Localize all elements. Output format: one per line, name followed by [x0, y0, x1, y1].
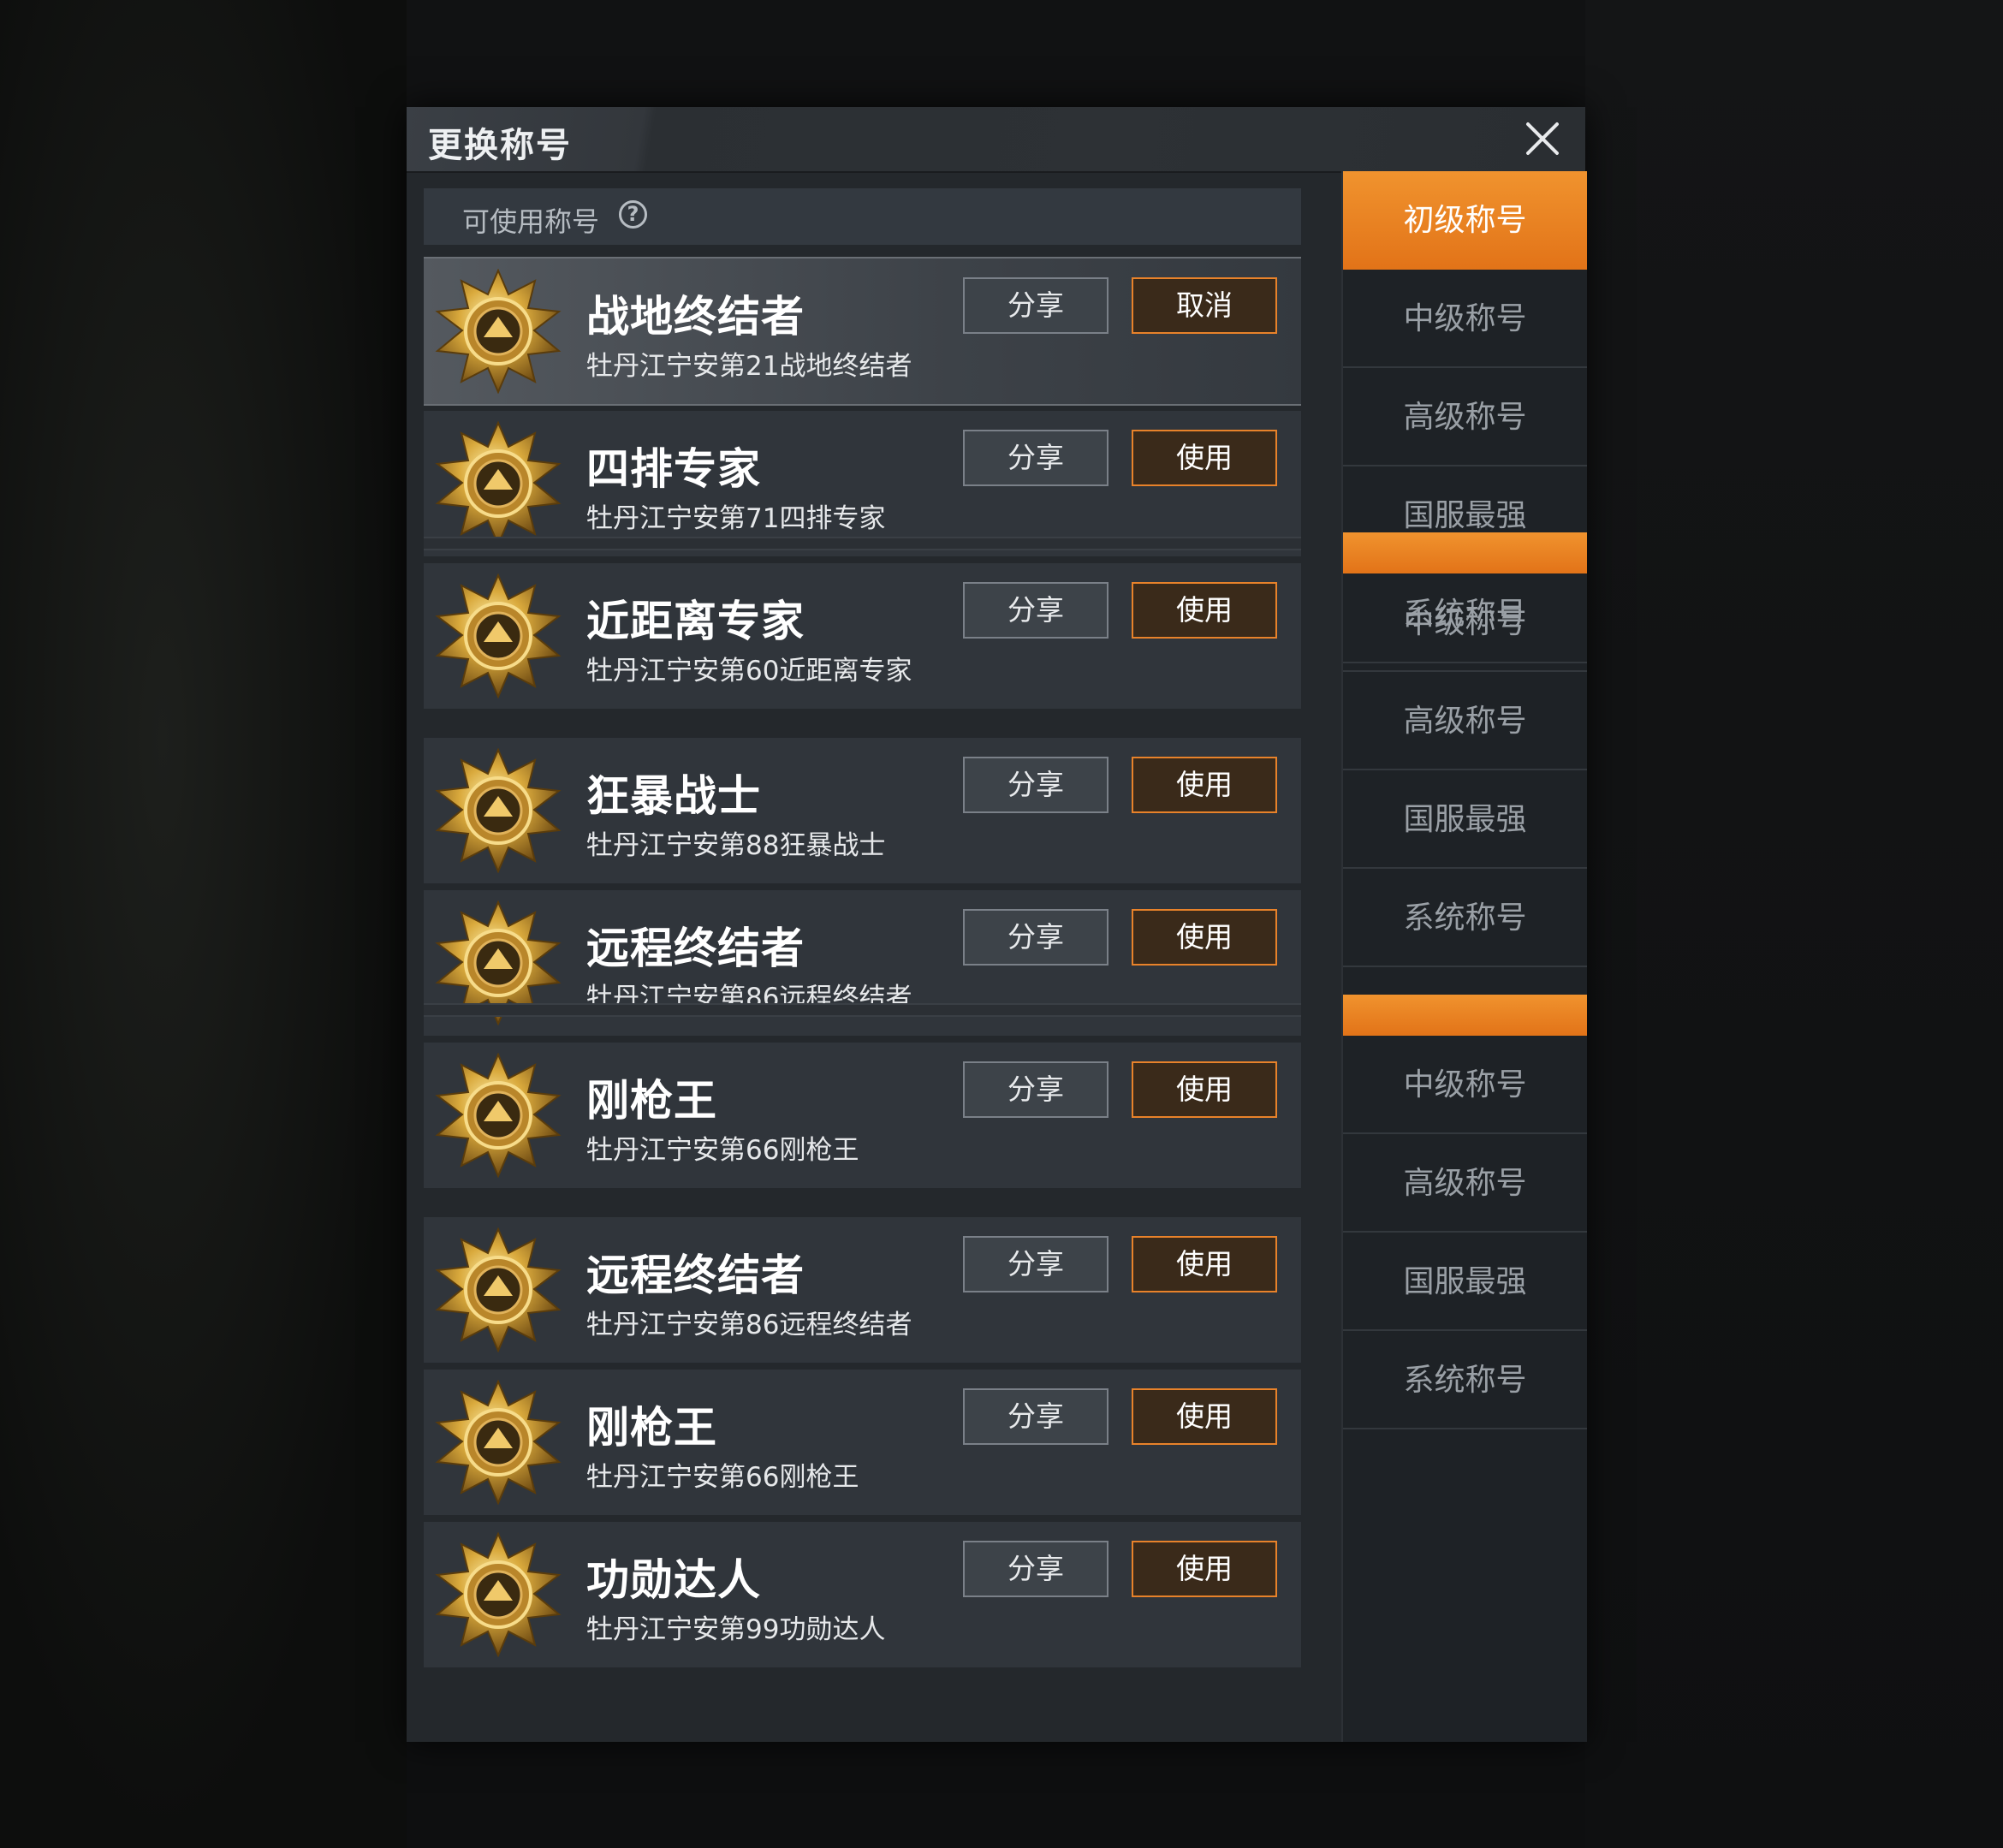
title-name: 刚枪王 [586, 1403, 717, 1453]
help-icon[interactable]: ? [619, 200, 647, 229]
available-titles-label: 可使用称号 [462, 205, 600, 238]
share-button[interactable]: 分享 [963, 757, 1108, 813]
share-button[interactable]: 分享 [963, 582, 1108, 639]
title-row[interactable]: 远程终结者牡丹江宁安第86远程终结者 分享 使用 [424, 1217, 1301, 1363]
medal-scope-icon [434, 1227, 562, 1353]
title-name: 远程终结者 [586, 924, 805, 973]
title-name: 近距离专家 [586, 597, 805, 646]
section-divider [424, 537, 1301, 550]
use-title-button[interactable]: 使用 [1132, 757, 1277, 813]
medal-thumbsup-icon [434, 1531, 562, 1658]
share-button[interactable]: 分享 [963, 1541, 1108, 1597]
background-left [0, 0, 407, 1848]
title-rank-desc: 牡丹江宁安第86远程终结者 [586, 1310, 912, 1340]
share-button[interactable]: 分享 [963, 1236, 1108, 1292]
medal-crossed-guns-icon [434, 1052, 562, 1179]
dialog-title: 更换称号 [428, 126, 572, 165]
background-bottom [407, 1742, 1585, 1848]
sidebar-category-item[interactable]: 初级称号 [1343, 171, 1587, 270]
sidebar-category-item[interactable]: 高级称号 [1343, 368, 1587, 466]
title-name: 功勋达人 [586, 1555, 761, 1605]
title-name: 远程终结者 [586, 1251, 805, 1300]
section-divider [424, 1003, 1301, 1017]
title-list-panel: 可使用称号 ? 战地终结者 牡丹江宁安第21战地终结者 分享 取消 四排专家 牡… [424, 188, 1301, 1725]
cancel-title-button[interactable]: 取消 [1132, 277, 1277, 334]
title-row[interactable]: 刚枪王牡丹江宁安第66刚枪王 分享 使用 [424, 1043, 1301, 1188]
medal-shotgun-icon [434, 573, 562, 699]
medal-crossed-guns-icon [434, 1379, 562, 1506]
dialog-titlebar: 更换称号 [407, 107, 1585, 173]
use-title-button[interactable]: 使用 [1132, 430, 1277, 486]
sidebar-category-item[interactable]: 高级称号 [1343, 1134, 1587, 1233]
title-row[interactable]: 近距离专家牡丹江宁安第60近距离专家 分享 使用 [424, 563, 1301, 709]
title-name: 刚枪王 [586, 1076, 717, 1126]
background-right [1585, 0, 2003, 1848]
sidebar-category-item[interactable]: 高级称号 [1343, 672, 1587, 770]
available-titles-header: 可使用称号 ? [424, 188, 1301, 245]
use-title-button[interactable]: 使用 [1132, 1061, 1277, 1118]
use-title-button[interactable]: 使用 [1132, 1541, 1277, 1597]
share-button[interactable]: 分享 [963, 1061, 1108, 1118]
title-rank-desc: 牡丹江宁安第71四排专家 [586, 503, 886, 534]
title-rank-desc: 牡丹江宁安第60近距离专家 [586, 656, 912, 686]
use-title-button[interactable]: 使用 [1132, 582, 1277, 639]
sidebar-category-item[interactable]: 系统称号 [1343, 1331, 1587, 1429]
close-icon[interactable] [1517, 114, 1566, 163]
share-button[interactable]: 分享 [963, 277, 1108, 334]
medal-berserker-icon [434, 747, 562, 874]
title-rank-desc: 牡丹江宁安第66刚枪王 [586, 1462, 859, 1493]
use-title-button[interactable]: 使用 [1132, 909, 1277, 966]
medal-squad-icon [434, 420, 562, 547]
category-highlight-strip [1343, 995, 1587, 1036]
category-highlight-strip [1343, 532, 1587, 573]
share-button[interactable]: 分享 [963, 1388, 1108, 1445]
sidebar-category-item[interactable]: 系统称号 [1343, 869, 1587, 967]
title-row[interactable]: 功勋达人牡丹江宁安第99功勋达人 分享 使用 [424, 1522, 1301, 1667]
title-category-sidebar: 初级称号 中级称号 高级称号 国服最强 系统称号 中级称号 高级称号 国服最强 系统称号 中级称号… [1341, 171, 1587, 1742]
title-row[interactable]: 刚枪王牡丹江宁安第66刚枪王 分享 使用 [424, 1370, 1301, 1515]
sidebar-category-item[interactable]: 中级称号 [1343, 1036, 1587, 1134]
title-name: 四排专家 [586, 444, 761, 494]
title-row[interactable]: 四排专家牡丹江宁安第71四排专家 分享 使用 [424, 411, 1301, 556]
title-name: 战地终结者 [586, 292, 805, 342]
title-row[interactable]: 狂暴战士牡丹江宁安第88狂暴战士 分享 使用 [424, 738, 1301, 883]
title-rank-desc: 牡丹江宁安第88狂暴战士 [586, 830, 886, 861]
title-rank-desc: 牡丹江宁安第21战地终结者 [586, 351, 912, 382]
title-rank-desc: 牡丹江宁安第99功勋达人 [586, 1614, 886, 1645]
background-top [407, 0, 1585, 107]
sidebar-category-item[interactable]: 国服最强 [1343, 1233, 1587, 1331]
title-row[interactable]: 战地终结者牡丹江宁安第21战地终结者 分享 取消 [424, 257, 1301, 406]
sidebar-category-item[interactable]: 中级称号 [1343, 270, 1587, 368]
medal-helmet-icon [434, 268, 562, 395]
sidebar-category-item[interactable]: 国服最强 [1343, 770, 1587, 869]
share-button[interactable]: 分享 [963, 909, 1108, 966]
share-button[interactable]: 分享 [963, 430, 1108, 486]
change-title-dialog: 更换称号 可使用称号 ? 战地终结者 牡丹江宁安第21战地终结者 分享 取消 四… [407, 107, 1587, 1742]
sidebar-category-item[interactable]: 中级称号 [1343, 573, 1587, 672]
title-rank-desc: 牡丹江宁安第66刚枪王 [586, 1135, 859, 1166]
use-title-button[interactable]: 使用 [1132, 1388, 1277, 1445]
use-title-button[interactable]: 使用 [1132, 1236, 1277, 1292]
title-name: 狂暴战士 [586, 771, 761, 821]
